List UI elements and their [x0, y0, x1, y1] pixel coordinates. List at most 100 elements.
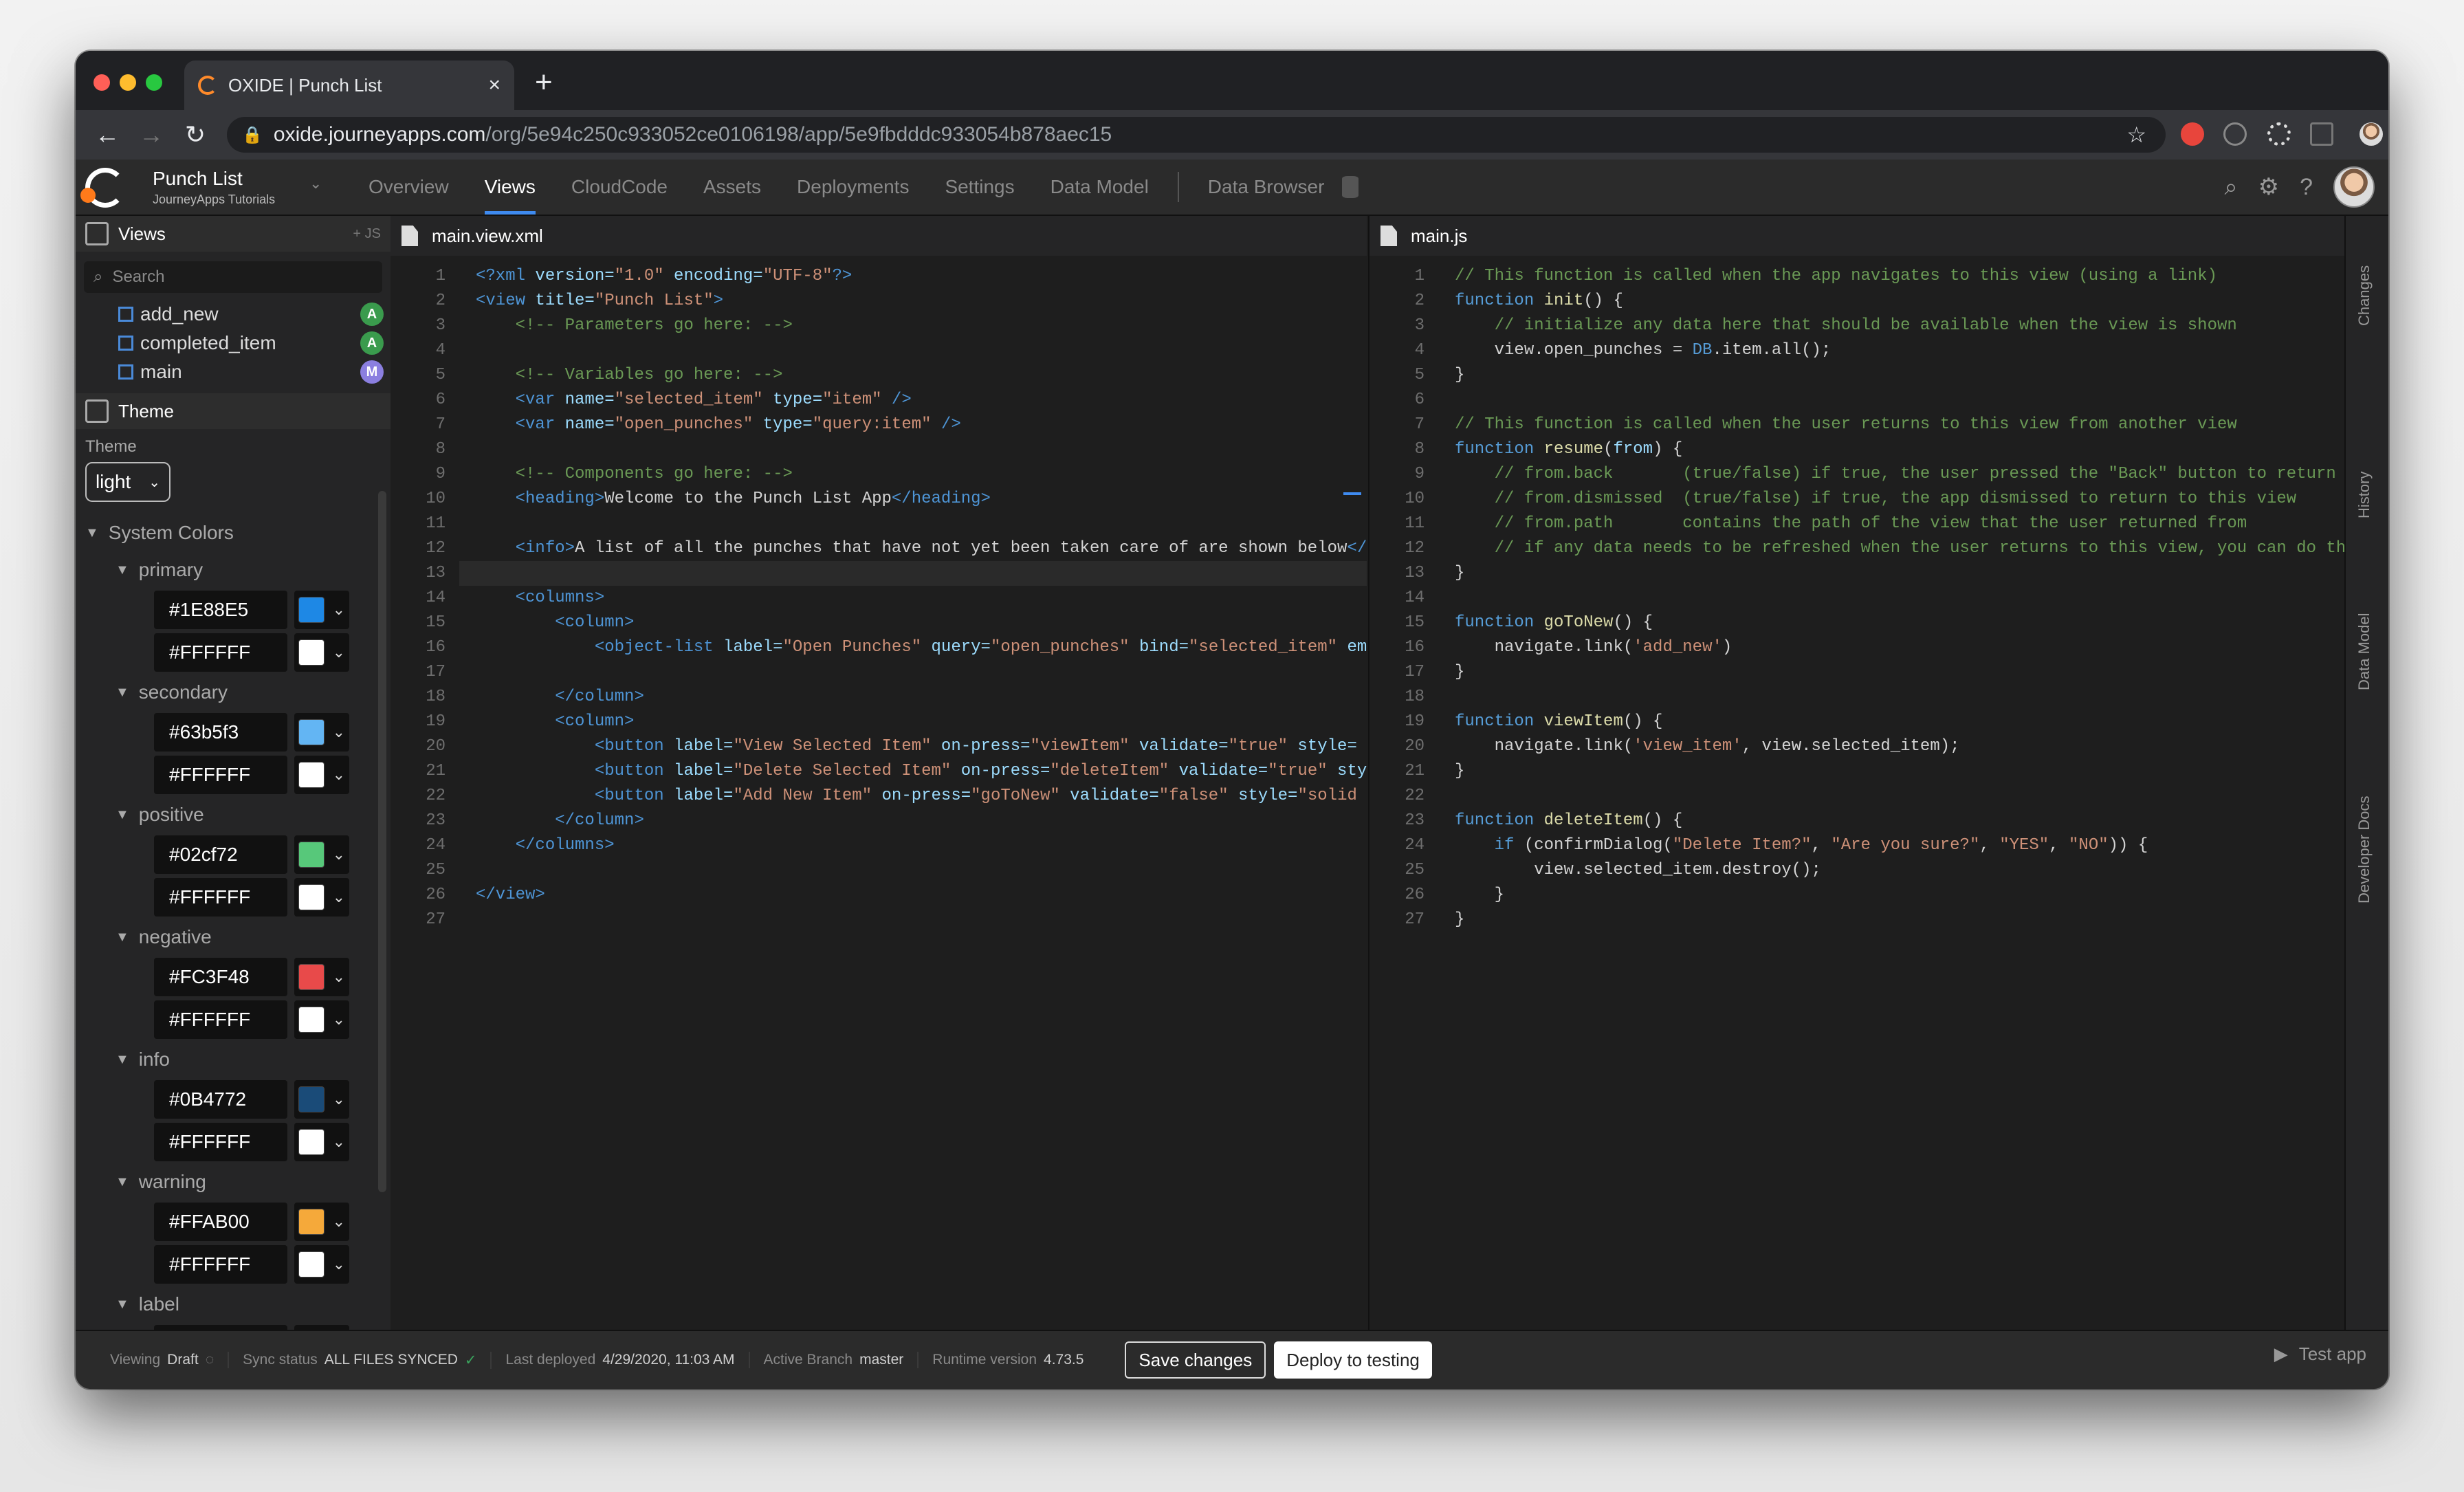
js-code-area[interactable]: 1 // This function is called when the app… [1370, 256, 2344, 1328]
color-group-negative[interactable]: ▼ negative [76, 919, 390, 956]
color-swatch [298, 1129, 324, 1155]
code-line: <view title="Punch List"> [476, 292, 724, 310]
color-hex-input[interactable]: #1E88E5 [154, 591, 287, 629]
view-item-completed-item[interactable]: completed_item A [76, 329, 390, 358]
code-line: function goToNew() { [1455, 613, 1653, 632]
project-selector[interactable]: Punch List JourneyApps Tutorials [153, 168, 275, 207]
add-js-view-button[interactable]: + JS [353, 226, 381, 242]
caret-down-icon: ▼ [116, 1296, 129, 1312]
color-swatch-picker[interactable]: ⌄ [294, 1123, 349, 1161]
color-swatch-picker[interactable]: ⌄ [294, 713, 349, 752]
color-hex-input[interactable]: #FFAB00 [154, 1203, 287, 1241]
xml-editor-tab[interactable]: main.view.xml [390, 216, 1367, 256]
tab-data-browser[interactable]: Data Browser [1190, 160, 1343, 215]
color-swatch-picker[interactable]: ⌄ [294, 958, 349, 996]
color-hex-input[interactable]: #63b5f3 [154, 713, 287, 752]
view-item-add-new[interactable]: add_new A [76, 300, 390, 329]
color-hex-input[interactable]: #FFFFFF [154, 1245, 287, 1284]
code-line: <var name="selected_item" type="item" /> [476, 391, 912, 409]
url-bar[interactable]: 🔒 oxide.journeyapps.com/org/5e94c250c933… [227, 117, 2166, 153]
oxide-logo-icon[interactable] [80, 168, 125, 208]
color-group-primary[interactable]: ▼ primary [76, 551, 390, 589]
color-swatch-picker[interactable]: ⌄ [294, 1245, 349, 1284]
rail-data-model[interactable]: Data Model [2355, 613, 2373, 690]
rail-developer-docs[interactable]: Developer Docs [2355, 796, 2373, 903]
extension-shield-icon[interactable] [2181, 122, 2204, 146]
close-window-button[interactable] [94, 74, 110, 91]
color-group-positive[interactable]: ▼ positive [76, 796, 390, 833]
sidebar-scrollbar[interactable] [378, 491, 386, 1192]
chevron-down-icon: ⌄ [332, 1255, 346, 1273]
system-colors-label: System Colors [108, 522, 234, 543]
search-icon[interactable]: ⌕ [2225, 174, 2238, 201]
tab-views[interactable]: Views [467, 160, 553, 215]
color-swatch-picker[interactable]: ⌄ [294, 1000, 349, 1039]
color-group-secondary[interactable]: ▼ secondary [76, 674, 390, 711]
color-hex-input[interactable]: #0B4772 [154, 1080, 287, 1119]
tab-overview[interactable]: Overview [351, 160, 467, 215]
profile-avatar[interactable] [2360, 122, 2383, 146]
new-tab-button[interactable]: + [535, 67, 553, 98]
view-item-main[interactable]: main M [76, 358, 390, 386]
tab-cloudcode[interactable]: CloudCode [553, 160, 685, 215]
color-swatch-picker[interactable]: ⌄ [294, 591, 349, 629]
reload-icon[interactable]: ↻ [173, 120, 217, 149]
help-icon[interactable]: ? [2300, 174, 2313, 201]
rail-history[interactable]: History [2355, 472, 2373, 518]
color-group-info[interactable]: ▼ info [76, 1041, 390, 1078]
line-number: 3 [435, 316, 446, 335]
tab-settings[interactable]: Settings [927, 160, 1032, 215]
view-item-label: main [140, 361, 182, 382]
theme-select[interactable]: light ⌄ [85, 462, 170, 502]
back-icon[interactable]: ← [85, 120, 129, 149]
bookmark-star-icon[interactable]: ☆ [2126, 122, 2146, 148]
extension-grid-icon[interactable] [2310, 122, 2333, 146]
color-group-label[interactable]: ▼ label [76, 1286, 390, 1323]
js-editor-tab[interactable]: main.js [1370, 216, 2344, 256]
test-app-button[interactable]: ▶ Test app [2274, 1343, 2366, 1365]
color-hex-input[interactable]: #FFFFFF [154, 1000, 287, 1039]
save-changes-button[interactable]: Save changes [1125, 1341, 1266, 1379]
tab-deployments[interactable]: Deployments [779, 160, 927, 215]
zoom-window-button[interactable] [146, 74, 162, 91]
color-hex-input[interactable]: #02cf72 [154, 835, 287, 874]
browser-tab[interactable]: OXIDE | Punch List × [184, 61, 514, 110]
minimize-window-button[interactable] [120, 74, 136, 91]
code-line: </column> [476, 688, 644, 706]
gear-icon[interactable]: ⚙ [2258, 173, 2279, 201]
line-number: 9 [435, 465, 446, 483]
view-search-input[interactable]: ⌕ Search [84, 261, 382, 293]
status-badge: A [360, 331, 384, 355]
url-host: oxide.journeyapps.com [273, 123, 486, 146]
color-swatch-picker[interactable]: ⌄ [294, 756, 349, 794]
rail-changes[interactable]: Changes [2355, 265, 2373, 326]
chevron-updown-icon[interactable]: ⌄ [309, 175, 322, 193]
theme-panel-header[interactable]: Theme [76, 393, 390, 429]
color-group-warning[interactable]: ▼ warning [76, 1163, 390, 1200]
forward-icon[interactable]: → [129, 120, 173, 149]
deploy-to-testing-button[interactable]: Deploy to testing [1274, 1341, 1432, 1379]
user-avatar[interactable] [2333, 166, 2375, 208]
extension-info-icon[interactable] [2223, 122, 2247, 146]
color-swatch-picker[interactable]: ⌄ [294, 835, 349, 874]
views-panel-header[interactable]: Views + JS [76, 216, 390, 252]
color-hex-input[interactable]: #FFFFFF [154, 633, 287, 672]
system-colors-toggle[interactable]: ▼ System Colors [76, 514, 390, 551]
color-hex-input[interactable]: #FFFFFF [154, 1123, 287, 1161]
color-row: #FFFFFF ⌄ [76, 876, 390, 919]
tab-data-model[interactable]: Data Model [1033, 160, 1167, 215]
color-swatch-picker[interactable]: ⌄ [294, 878, 349, 917]
color-swatch-picker[interactable]: ⌄ [294, 633, 349, 672]
close-tab-icon[interactable]: × [488, 74, 500, 97]
tab-assets[interactable]: Assets [685, 160, 779, 215]
color-swatch-picker[interactable]: ⌄ [294, 1080, 349, 1119]
xml-code-area[interactable]: 1 <?xml version="1.0" encoding="UTF-8"?> 2… [390, 256, 1367, 1328]
color-hex-input[interactable]: #FC3F48 [154, 958, 287, 996]
color-hex-input[interactable]: #FFFFFF [154, 756, 287, 794]
color-swatch-picker[interactable]: ⌄ [294, 1203, 349, 1241]
color-row: #1E88E5 ⌄ [76, 589, 390, 631]
color-row: #0B4772 ⌄ [76, 1078, 390, 1121]
color-hex-input[interactable]: #FFFFFF [154, 878, 287, 917]
extension-gear-icon[interactable] [2267, 122, 2291, 146]
